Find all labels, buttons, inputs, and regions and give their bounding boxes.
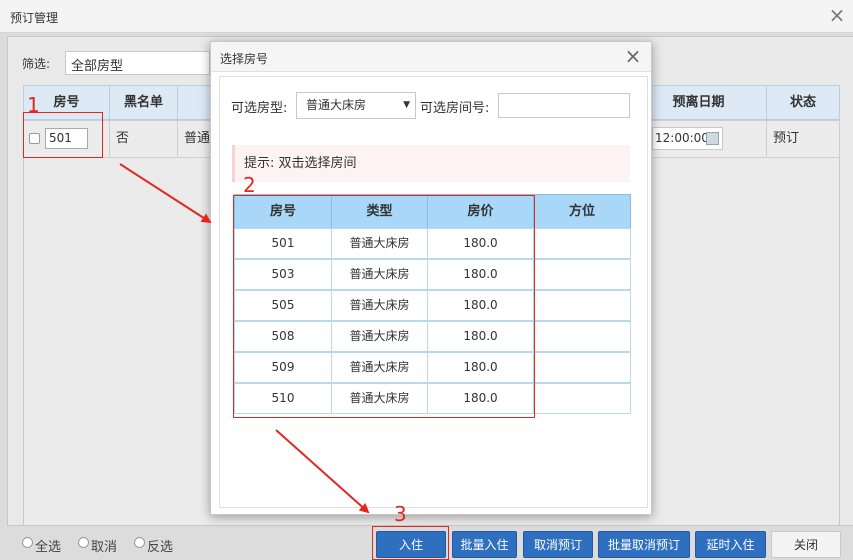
arrow-to-checkin-button	[275, 429, 370, 514]
annotation-arrows	[119, 163, 370, 514]
arrow-to-room-list	[119, 163, 212, 224]
